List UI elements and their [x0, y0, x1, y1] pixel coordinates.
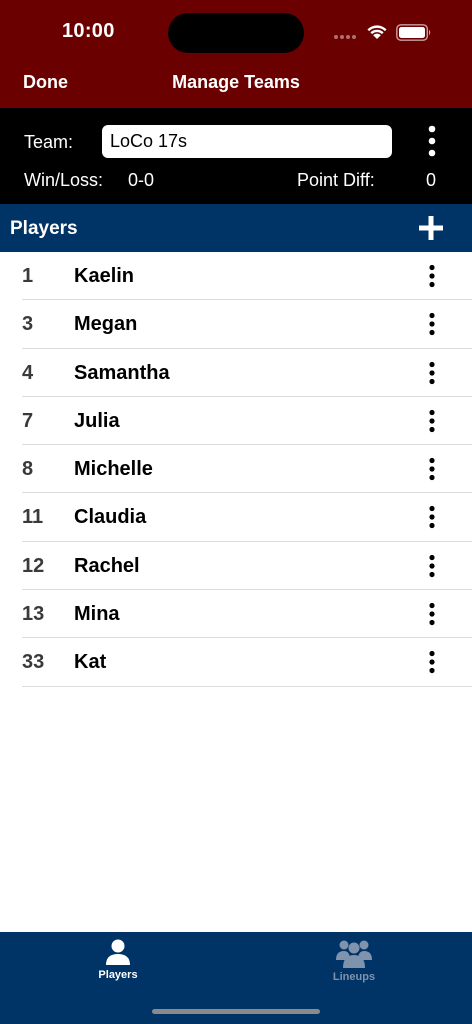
- top-bar: 10:00 Manage Teams Done: [0, 0, 472, 108]
- player-name: Claudia: [74, 506, 147, 529]
- player-number: 3: [22, 313, 34, 336]
- team-name-field[interactable]: LoCo 17s: [102, 125, 392, 158]
- player-row[interactable]: 8 Michelle: [22, 445, 472, 494]
- tab-lineups-label: Lineups: [332, 971, 376, 983]
- more-options-icon[interactable]: [422, 361, 442, 385]
- player-row[interactable]: 1 Kaelin: [22, 252, 472, 301]
- winloss-value: 0-0: [128, 170, 155, 190]
- more-options-icon[interactable]: [422, 554, 442, 578]
- more-options-icon[interactable]: [422, 124, 442, 158]
- player-row[interactable]: 13 Mina: [22, 590, 472, 639]
- player-number: 4: [22, 361, 34, 384]
- player-name: Kat: [74, 651, 107, 674]
- more-options-icon[interactable]: [422, 264, 442, 288]
- player-name: Megan: [74, 313, 138, 336]
- winloss-label: Win/Loss:: [24, 170, 104, 190]
- player-number: 12: [22, 554, 45, 577]
- players-section-header: Players: [0, 204, 472, 252]
- player-number: 8: [22, 458, 34, 481]
- more-options-icon[interactable]: [422, 312, 442, 336]
- player-row[interactable]: 3 Megan: [22, 300, 472, 349]
- done-button[interactable]: Done: [23, 72, 68, 93]
- player-number: 11: [22, 506, 44, 529]
- player-row[interactable]: 7 Julia: [22, 397, 472, 446]
- player-number: 13: [22, 603, 45, 626]
- player-name: Michelle: [74, 458, 153, 481]
- player-row[interactable]: 12 Rachel: [22, 542, 472, 591]
- player-list: 1 Kaelin 3 Megan 4 Samantha 7 Julia 8 Mi…: [0, 252, 472, 687]
- tab-lineups[interactable]: Lineups: [274, 938, 434, 994]
- player-name: Kaelin: [74, 265, 135, 287]
- player-number: 7: [22, 409, 34, 432]
- players-section-title: Players: [10, 218, 78, 239]
- more-options-icon[interactable]: [422, 602, 442, 626]
- more-options-icon[interactable]: [422, 650, 442, 674]
- wifi-icon: [367, 25, 387, 39]
- point-diff-label: Point Diff:: [297, 170, 375, 190]
- team-info-panel: Team: LoCo 17s Win/Loss: 0-0 Point Diff:…: [0, 108, 472, 204]
- page-title: Manage Teams: [172, 72, 300, 92]
- add-player-icon[interactable]: [419, 216, 443, 240]
- home-indicator: [152, 1009, 320, 1014]
- team-label: Team:: [24, 132, 74, 152]
- tab-players-label: Players: [98, 969, 138, 981]
- status-time: 10:00: [62, 20, 115, 42]
- manage-teams-screen: 10:00 Manage Teams Done Team: LoCo 17s W…: [0, 0, 472, 1024]
- player-number: 1: [22, 265, 34, 287]
- player-row[interactable]: 11 Claudia: [22, 493, 472, 542]
- more-options-icon[interactable]: [422, 457, 442, 481]
- dynamic-island: [168, 13, 304, 53]
- point-diff-value: 0: [426, 170, 437, 190]
- group-icon: [336, 940, 372, 968]
- player-name: Julia: [74, 409, 120, 432]
- player-row[interactable]: 33 Kat: [22, 638, 472, 687]
- more-options-icon[interactable]: [422, 409, 442, 433]
- player-row[interactable]: 4 Samantha: [22, 349, 472, 397]
- player-name: Rachel: [74, 554, 140, 577]
- player-number: 33: [22, 651, 45, 674]
- more-options-icon[interactable]: [422, 505, 442, 529]
- player-name: Mina: [74, 603, 120, 626]
- battery-icon: [396, 24, 431, 41]
- cellular-signal-icon: [334, 35, 356, 39]
- tab-players[interactable]: Players: [38, 938, 198, 994]
- player-name: Samantha: [74, 361, 170, 384]
- person-icon: [106, 939, 130, 965]
